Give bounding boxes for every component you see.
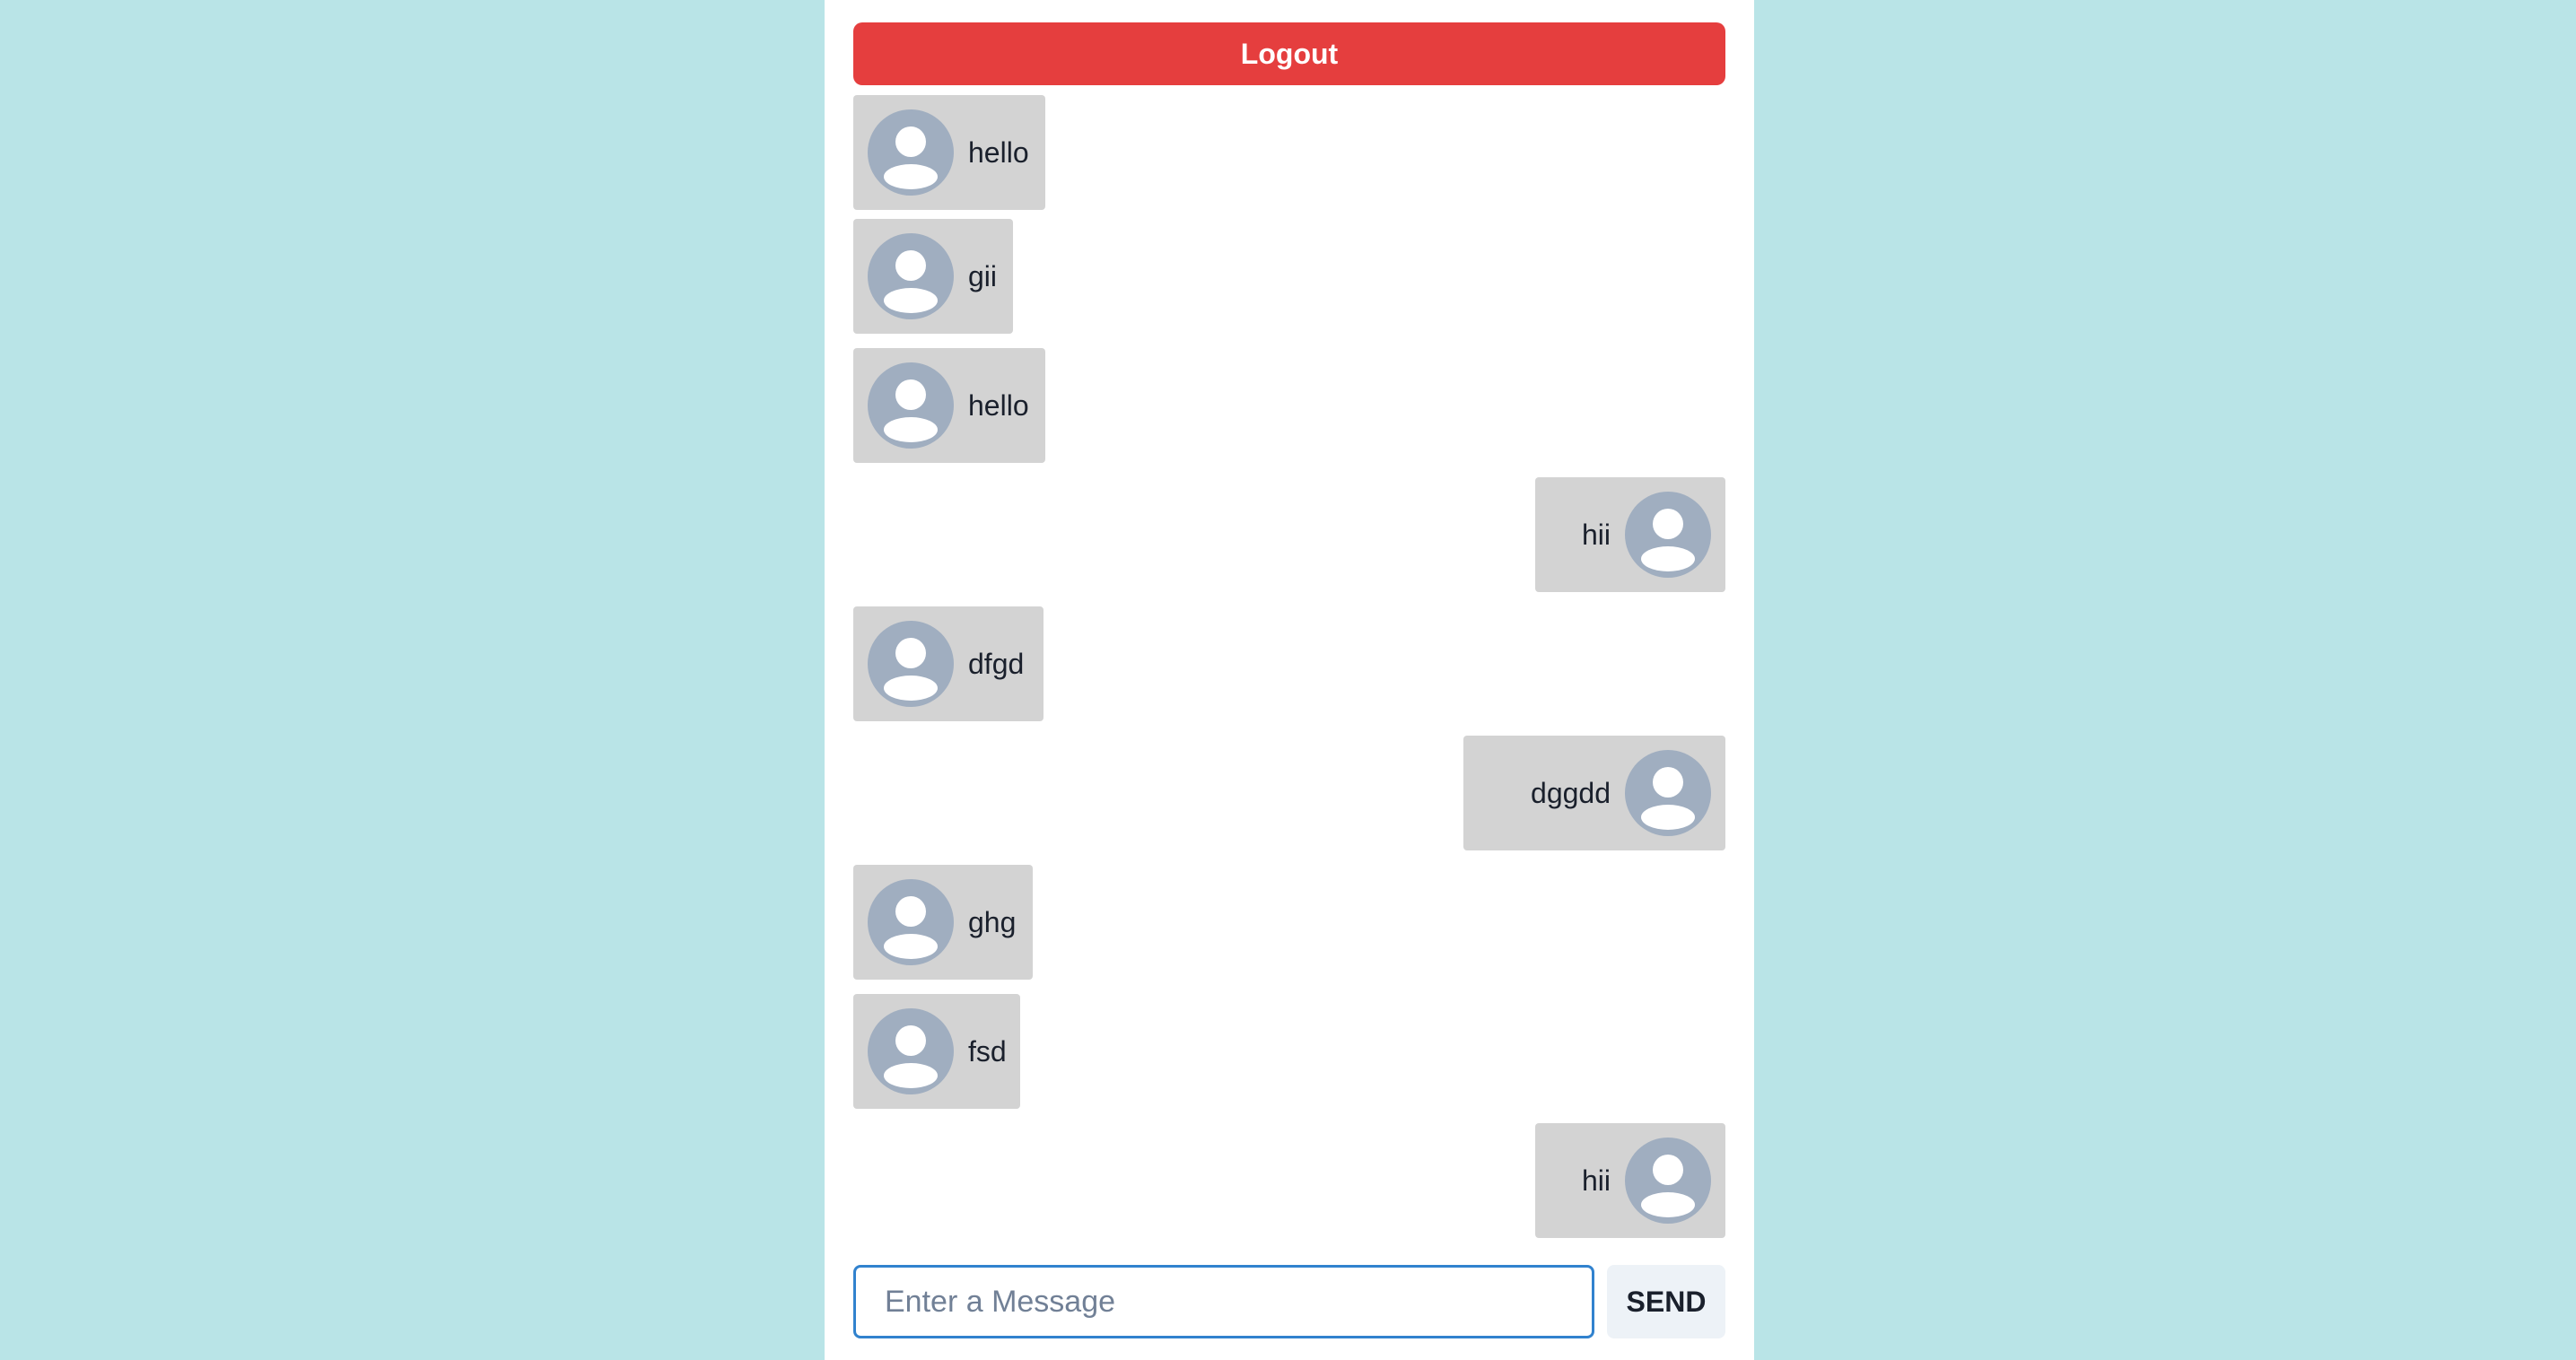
message-composer: SEND <box>853 1265 1725 1338</box>
user-avatar-icon <box>868 109 954 196</box>
message-item: hii <box>1535 477 1725 592</box>
message-text: dggdd <box>1531 776 1611 809</box>
message-item: hello <box>853 348 1045 463</box>
send-button[interactable]: SEND <box>1607 1265 1725 1338</box>
user-avatar-icon <box>868 1008 954 1094</box>
user-avatar-icon <box>1625 492 1711 578</box>
user-avatar-icon <box>1625 1138 1711 1224</box>
message-item: hii <box>1535 1123 1725 1238</box>
user-avatar-icon <box>868 879 954 965</box>
message-text: gii <box>968 259 998 292</box>
message-text: hii <box>1581 518 1611 551</box>
user-avatar-icon <box>868 621 954 707</box>
message-input[interactable] <box>853 1265 1594 1338</box>
message-text: hello <box>968 388 1029 422</box>
message-list[interactable]: hello gii hello hii dfgd dggdd ghg fsd h… <box>853 95 1725 1238</box>
chat-panel: Logout hello gii hello hii dfgd dggdd gh <box>825 0 1754 1360</box>
message-text: dfgd <box>968 647 1025 680</box>
message-text: fsd <box>968 1034 1007 1068</box>
message-item: dfgd <box>853 606 1043 721</box>
message-item: fsd <box>853 994 1020 1109</box>
message-item: gii <box>853 219 1013 334</box>
message-item: hello <box>853 95 1045 210</box>
logout-button[interactable]: Logout <box>853 22 1725 85</box>
message-text: ghg <box>968 905 1017 938</box>
user-avatar-icon <box>868 233 954 319</box>
message-item: ghg <box>853 865 1033 980</box>
message-text: hii <box>1581 1164 1611 1197</box>
message-text: hello <box>968 135 1029 169</box>
user-avatar-icon <box>868 362 954 449</box>
user-avatar-icon <box>1625 750 1711 836</box>
message-item: dggdd <box>1463 736 1725 850</box>
